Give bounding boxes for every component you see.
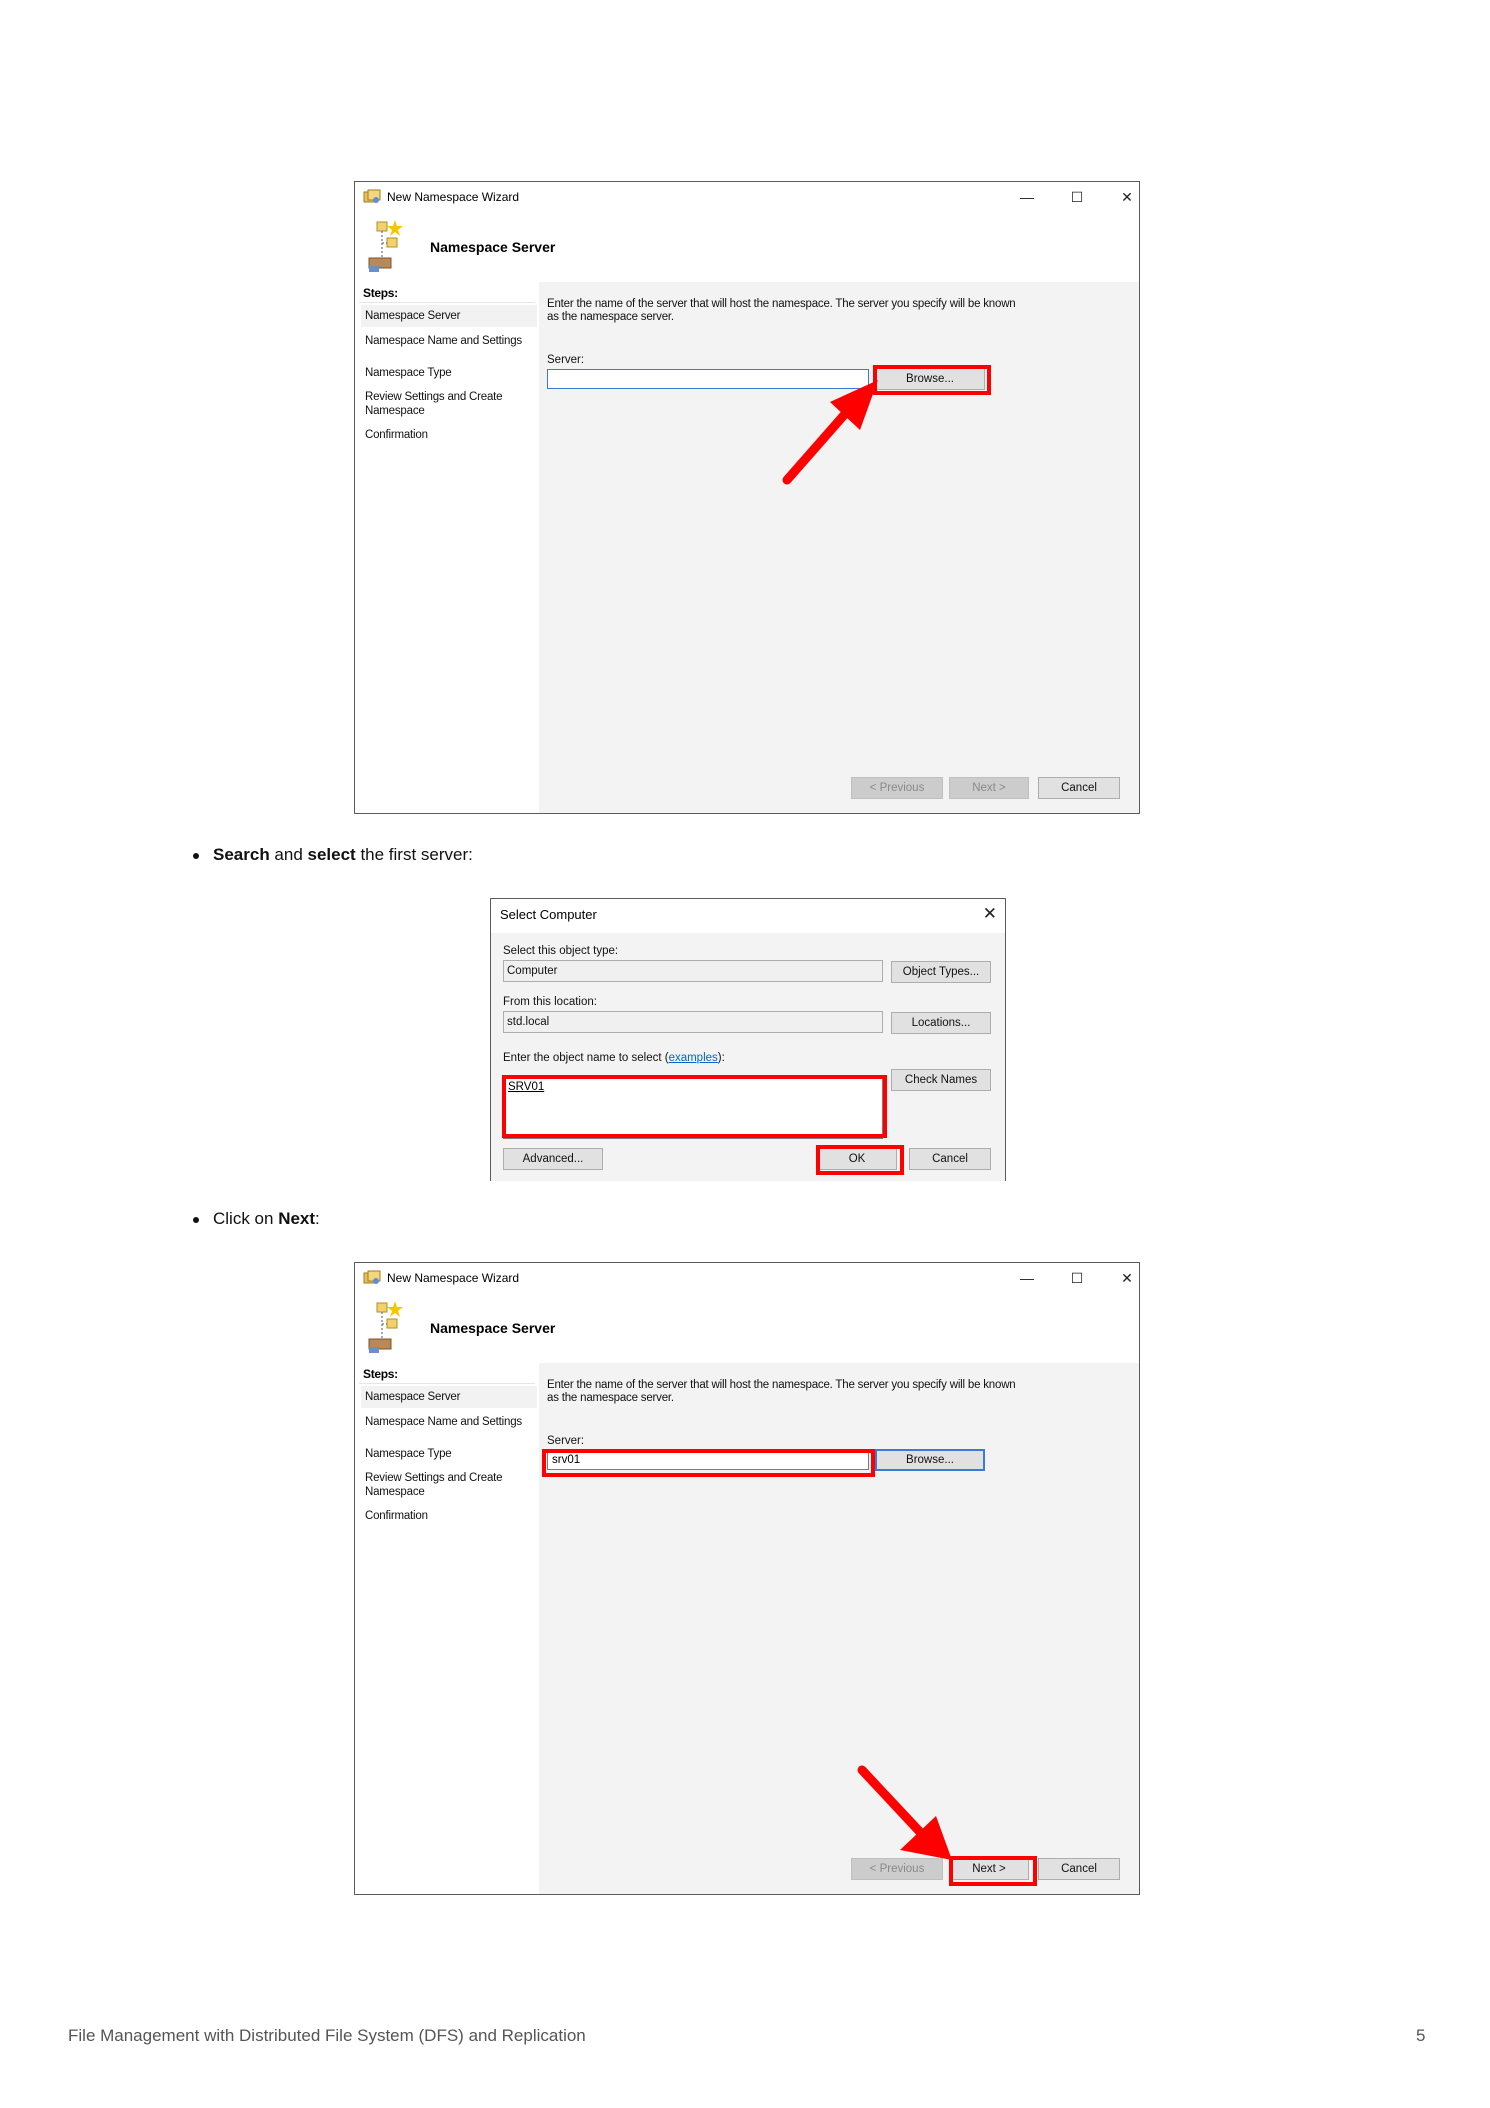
document-footer-title: File Management with Distributed File Sy… — [68, 2026, 586, 2045]
divider — [359, 1383, 535, 1384]
cancel-button[interactable]: Cancel — [909, 1148, 991, 1170]
bold-select: select — [307, 845, 356, 864]
step-confirmation: Confirmation — [365, 429, 428, 441]
divider — [359, 302, 535, 303]
arrow-icon — [857, 1765, 952, 1860]
namespace-wizard-icon — [368, 220, 403, 272]
wizard-app-icon — [363, 189, 381, 203]
page-title: Namespace Server — [430, 1320, 556, 1336]
wizard-header: Namespace Server — [355, 214, 1139, 280]
minimize-button[interactable]: — — [1015, 186, 1039, 208]
steps-panel: Steps: Namespace Server Namespace Name a… — [355, 282, 539, 813]
server-label: Server: — [547, 354, 585, 366]
browse-button[interactable]: Browse... — [875, 368, 985, 390]
step-review-settings: Review Settings and Create Namespace — [365, 1472, 503, 1498]
next-button[interactable]: Next > — [949, 777, 1029, 799]
step-namespace-name: Namespace Name and Settings — [365, 335, 522, 347]
namespace-wizard-icon — [368, 1301, 403, 1353]
bold-search: Search — [213, 845, 270, 864]
close-button[interactable]: ✕ — [1115, 1267, 1139, 1289]
pre-text: Click on — [213, 1209, 279, 1228]
server-input[interactable]: srv01 — [547, 1450, 869, 1470]
post-text: : — [315, 1209, 320, 1228]
locations-button[interactable]: Locations... — [891, 1012, 991, 1034]
wizard-window-second: New Namespace Wizard — ☐ ✕ Namespace Ser… — [354, 1262, 1140, 1895]
wizard-content: Enter the name of the server that will h… — [539, 1363, 1139, 1894]
maximize-button[interactable]: ☐ — [1065, 186, 1089, 208]
step-namespace-type: Namespace Type — [365, 367, 452, 379]
description-text: Enter the name of the server that will h… — [547, 298, 1016, 323]
title-bar: New Namespace Wizard — ☐ ✕ — [355, 182, 1139, 214]
wizard-content: Enter the name of the server that will h… — [539, 282, 1139, 813]
examples-link[interactable]: examples — [669, 1052, 718, 1064]
step-confirmation: Confirmation — [365, 1510, 428, 1522]
advanced-button[interactable]: Advanced... — [503, 1148, 603, 1170]
location-label: From this location: — [503, 996, 597, 1008]
object-name-input[interactable]: SRV01 — [503, 1077, 883, 1139]
wizard-footer: < Previous Next > Cancel — [539, 1828, 1139, 1894]
dialog-body: Select this object type: Computer Object… — [491, 933, 1005, 1181]
browse-button[interactable]: Browse... — [875, 1449, 985, 1471]
dialog-title: Select Computer — [500, 907, 597, 922]
step-review-settings: Review Settings and Create Namespace — [365, 391, 503, 417]
previous-button[interactable]: < Previous — [851, 777, 943, 799]
close-icon[interactable]: ✕ — [983, 904, 997, 924]
step-namespace-type: Namespace Type — [365, 1448, 452, 1460]
enter-label-text: Enter the object name to select ( — [503, 1052, 669, 1064]
window-title: New Namespace Wizard — [387, 190, 520, 204]
window-title: New Namespace Wizard — [387, 1271, 520, 1285]
bullet-dot — [193, 853, 199, 859]
check-names-button[interactable]: Check Names — [891, 1069, 991, 1091]
cancel-button[interactable]: Cancel — [1038, 1858, 1120, 1880]
object-name-label: Enter the object name to select (example… — [503, 1052, 725, 1064]
wizard-footer: < Previous Next > Cancel — [539, 747, 1139, 813]
wizard-window-first: New Namespace Wizard — ☐ ✕ Namespace Ser… — [354, 181, 1140, 814]
maximize-button[interactable]: ☐ — [1065, 1267, 1089, 1289]
and-text: and — [269, 845, 308, 864]
step-namespace-server: Namespace Server — [361, 305, 537, 327]
bold-next: Next — [278, 1209, 316, 1228]
location-field: std.local — [503, 1011, 883, 1033]
minimize-button[interactable]: — — [1015, 1267, 1039, 1289]
steps-panel: Steps: Namespace Server Namespace Name a… — [355, 1363, 539, 1894]
page-title: Namespace Server — [430, 239, 556, 255]
cancel-button[interactable]: Cancel — [1038, 777, 1120, 799]
object-types-button[interactable]: Object Types... — [891, 961, 991, 983]
page-number: 5 — [1416, 2026, 1426, 2045]
wizard-app-icon — [363, 1270, 381, 1284]
step-namespace-server: Namespace Server — [361, 1386, 537, 1408]
bullet-text: Search and select the first server: — [213, 845, 473, 865]
object-type-field: Computer — [503, 960, 883, 982]
steps-label: Steps: — [363, 1367, 398, 1381]
close-button[interactable]: ✕ — [1115, 186, 1139, 208]
server-label: Server: — [547, 1435, 585, 1447]
steps-label: Steps: — [363, 286, 398, 300]
arrow-icon — [782, 380, 878, 485]
object-type-label: Select this object type: — [503, 945, 619, 957]
select-computer-dialog: Select Computer ✕ Select this object typ… — [490, 898, 1006, 1181]
bullet-dot — [193, 1217, 199, 1223]
title-bar: New Namespace Wizard — ☐ ✕ — [355, 1263, 1139, 1295]
step-namespace-name: Namespace Name and Settings — [365, 1416, 522, 1428]
bullet-text: Click on Next: — [213, 1209, 320, 1229]
wizard-header: Namespace Server — [355, 1295, 1139, 1361]
description-text: Enter the name of the server that will h… — [547, 1379, 1016, 1404]
rest-text: the first server: — [355, 845, 473, 864]
enter-label-end: ): — [717, 1052, 725, 1064]
object-name-value: SRV01 — [508, 1081, 545, 1093]
ok-button[interactable]: OK — [817, 1148, 897, 1170]
